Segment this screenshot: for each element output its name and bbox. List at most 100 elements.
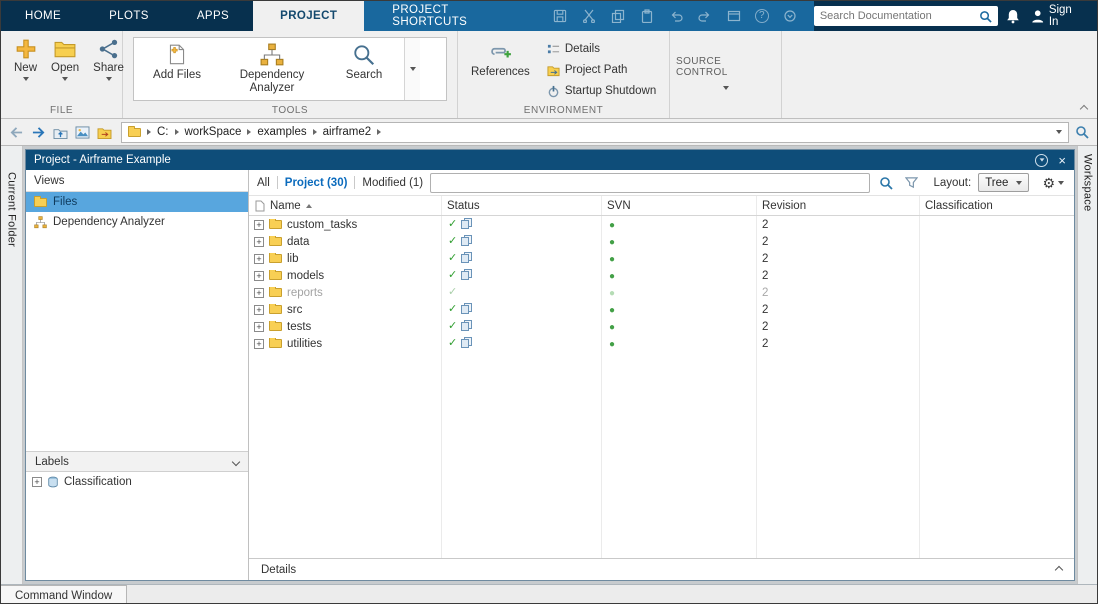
filter-search-icon[interactable] <box>877 174 895 192</box>
file-type-column-icon[interactable] <box>255 200 265 212</box>
tools-section-caption: TOOLS <box>123 105 457 116</box>
browse-folder-icon[interactable] <box>95 123 113 141</box>
column-status[interactable]: Status <box>441 200 601 212</box>
layout-select[interactable]: Tree <box>978 173 1029 192</box>
expand-icon[interactable]: + <box>32 477 42 487</box>
svn-status-icon: ● <box>609 220 615 231</box>
tab-project[interactable]: PROJECT <box>253 1 364 31</box>
column-classification[interactable]: Classification <box>919 200 1074 212</box>
address-search-icon[interactable] <box>1073 123 1091 141</box>
table-row[interactable]: +src ✓ ● 2 <box>249 301 1074 318</box>
expand-icon[interactable]: + <box>254 271 264 281</box>
back-icon[interactable] <box>7 123 25 141</box>
expand-icon[interactable]: + <box>254 339 264 349</box>
current-folder-side-tab[interactable]: Current Folder <box>1 146 23 584</box>
notifications-bell-icon[interactable] <box>1006 1 1020 31</box>
gear-icon: ⚙ <box>1042 176 1055 190</box>
svn-status-icon: ● <box>609 339 615 350</box>
expand-icon[interactable]: + <box>254 237 264 247</box>
details-menu-item[interactable]: Details <box>547 40 656 58</box>
view-options-button[interactable]: ⚙ <box>1042 176 1064 190</box>
save-icon[interactable] <box>552 8 568 24</box>
expand-icon[interactable]: + <box>254 254 264 264</box>
panel-menu-icon[interactable] <box>1035 154 1048 167</box>
table-row[interactable]: +utilities ✓ ● 2 <box>249 335 1074 352</box>
table-row[interactable]: +tests ✓ ● 2 <box>249 318 1074 335</box>
workspace-side-tab[interactable]: Workspace <box>1077 146 1097 584</box>
breadcrumb-segment[interactable]: airframe2 <box>323 126 372 138</box>
undo-icon[interactable] <box>668 8 684 24</box>
switch-window-icon[interactable] <box>726 8 742 24</box>
tab-home[interactable]: HOME <box>1 1 85 31</box>
help-icon[interactable]: ? <box>755 9 769 23</box>
open-dropdown-icon[interactable] <box>62 77 68 81</box>
workspace-side-tab-label: Workspace <box>1082 146 1094 584</box>
status-check-icon: ✓ <box>448 253 457 264</box>
doc-search-icon[interactable] <box>976 7 994 25</box>
panel-close-icon[interactable]: × <box>1058 154 1066 167</box>
up-one-level-icon[interactable] <box>51 123 69 141</box>
open-button[interactable]: Open <box>44 34 86 85</box>
expand-icon[interactable]: + <box>254 305 264 315</box>
expand-icon[interactable]: + <box>254 322 264 332</box>
expand-icon[interactable]: + <box>254 220 264 230</box>
tools-search-button[interactable]: Search <box>324 38 404 100</box>
cut-icon[interactable] <box>581 8 597 24</box>
breadcrumb-segment[interactable]: workSpace <box>185 126 242 138</box>
label-item-classification[interactable]: + Classification <box>26 472 248 492</box>
tab-plots[interactable]: PLOTS <box>85 1 173 31</box>
sidebar-item-dependency-analyzer[interactable]: Dependency Analyzer <box>26 212 248 232</box>
documentation-search-input[interactable] <box>820 10 977 22</box>
dependency-analyzer-button[interactable]: Dependency Analyzer <box>220 38 324 100</box>
project-ribbon: New Open Share FILE Add Files <box>1 31 1097 119</box>
references-button[interactable]: References <box>464 36 537 100</box>
new-button[interactable]: New <box>7 34 44 85</box>
labels-collapse-icon[interactable] <box>232 457 240 465</box>
table-row[interactable]: +custom_tasks ✓ ● 2 <box>249 216 1074 233</box>
tab-project-shortcuts[interactable]: PROJECT SHORTCUTS <box>364 1 536 31</box>
startup-shutdown-menu-item[interactable]: Startup Shutdown <box>547 82 656 100</box>
filter-modified[interactable]: Modified (1) <box>362 177 423 189</box>
labels-header[interactable]: Labels <box>26 451 248 472</box>
file-name: tests <box>287 321 311 333</box>
column-revision[interactable]: Revision <box>756 200 919 212</box>
preview-icon[interactable] <box>73 123 91 141</box>
breadcrumb-drive[interactable]: C: <box>157 126 169 138</box>
revision-value: 2 <box>756 219 919 231</box>
new-dropdown-icon[interactable] <box>23 77 29 81</box>
breadcrumb-dropdown-icon[interactable] <box>1056 130 1062 134</box>
column-name[interactable]: Name <box>270 200 301 212</box>
copy-icon[interactable] <box>610 8 626 24</box>
breadcrumb-segment[interactable]: examples <box>257 126 306 138</box>
command-window-tab[interactable]: Command Window <box>1 585 127 604</box>
table-row[interactable]: +lib ✓ ● 2 <box>249 250 1074 267</box>
share-dropdown-icon[interactable] <box>106 77 112 81</box>
table-row[interactable]: +reports ✓ ● 2 <box>249 284 1074 301</box>
column-svn[interactable]: SVN <box>601 200 756 212</box>
project-path-menu-item[interactable]: Project Path <box>547 61 656 79</box>
sidebar-item-files[interactable]: Files <box>26 192 248 212</box>
file-filter-input[interactable] <box>430 173 870 193</box>
filter-project[interactable]: Project (30) <box>285 177 348 189</box>
details-expand-icon[interactable] <box>1055 565 1063 573</box>
tools-gallery-dropdown[interactable] <box>404 38 420 100</box>
forward-icon[interactable] <box>29 123 47 141</box>
sign-in-button[interactable]: Sign In <box>1032 1 1083 31</box>
expand-icon[interactable]: + <box>254 288 264 298</box>
project-panel-title: Project - Airframe Example <box>34 154 1035 166</box>
tab-apps[interactable]: APPS <box>173 1 253 31</box>
filter-funnel-icon[interactable] <box>902 174 920 192</box>
filter-all[interactable]: All <box>257 177 270 189</box>
table-row[interactable]: +data ✓ ● 2 <box>249 233 1074 250</box>
add-files-button[interactable]: Add Files <box>134 38 220 100</box>
redo-icon[interactable] <box>697 8 713 24</box>
svn-status-icon: ● <box>609 237 615 248</box>
collapse-ribbon-icon[interactable] <box>1080 105 1088 113</box>
folder-icon <box>269 305 282 314</box>
source-control-button[interactable]: SOURCE CONTROL <box>676 34 775 90</box>
qat-menu-icon[interactable] <box>782 8 798 24</box>
folder-icon <box>269 288 282 297</box>
details-bar[interactable]: Details <box>249 558 1074 580</box>
paste-icon[interactable] <box>639 8 655 24</box>
table-row[interactable]: +models ✓ ● 2 <box>249 267 1074 284</box>
